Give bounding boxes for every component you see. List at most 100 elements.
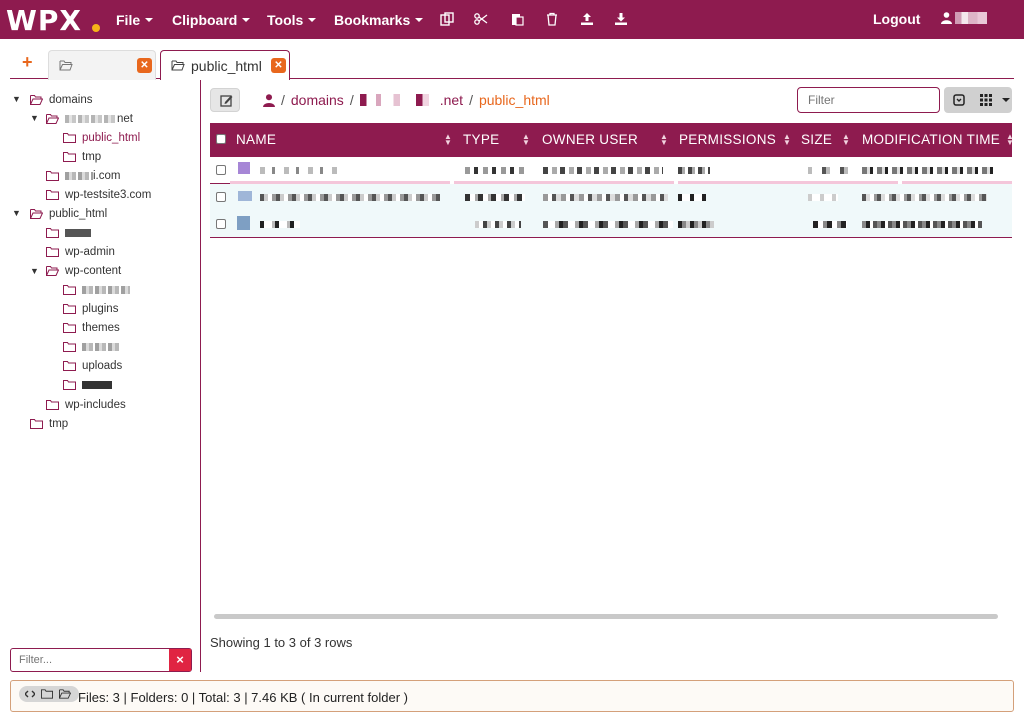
close-icon[interactable]: ✕ [137,58,152,73]
sort-icon[interactable]: ▲ ▼ [444,133,452,147]
redacted-text [82,380,112,389]
redacted-text [465,167,527,174]
tree-filter-input[interactable] [11,649,169,671]
wpx-logo[interactable]: WPX [6,4,82,37]
grid-view-icon[interactable] [980,94,992,106]
tree-item-redacted[interactable] [46,223,91,242]
tab-public-html[interactable]: public_html ✕ [160,50,290,80]
folder-icon[interactable] [41,689,53,699]
tree-item-net-domain[interactable]: net [46,109,133,128]
sort-icon[interactable]: ▲ ▼ [660,133,668,147]
user-icon[interactable] [941,12,952,24]
trash-icon[interactable] [545,12,559,26]
file-search-input[interactable] [797,87,940,113]
row-checkbox[interactable] [216,192,226,202]
tree-item-themes[interactable]: themes [63,318,120,337]
copy-icon[interactable] [440,12,454,26]
row-checkbox[interactable] [216,219,226,229]
folder-icon [63,151,76,162]
sort-icon[interactable]: ▲ ▼ [783,133,791,147]
tree-item-public-html-child[interactable]: public_html [63,128,140,147]
tree-item-uploads[interactable]: uploads [63,356,122,375]
row-divider [230,237,1012,238]
edit-path-button[interactable] [210,88,240,112]
sort-icon[interactable]: ▲ ▼ [842,133,850,147]
tree-item-wp-testsite3[interactable]: wp-testsite3.com [46,185,151,204]
code-icon[interactable] [25,690,35,698]
tree-label: wp-testsite3.com [65,188,152,201]
tree-item-wp-includes[interactable]: wp-includes [46,395,126,414]
select-all-checkbox[interactable] [216,134,226,144]
breadcrumb-separator: / [469,92,473,108]
logout-link[interactable]: Logout [873,11,920,27]
table-row[interactable] [210,211,1012,238]
upload-icon[interactable] [580,12,594,26]
view-toggle-group [944,87,1012,113]
column-header-type[interactable]: TYPE [463,132,499,147]
tree-item-wp-admin[interactable]: wp-admin [46,242,115,261]
download-icon[interactable] [614,12,628,26]
redacted-text [543,167,663,174]
column-header-modified[interactable]: MODIFICATION TIME [862,132,1000,147]
file-icon [237,216,250,230]
table-row[interactable] [210,157,1012,185]
chevron-down-icon[interactable] [1002,98,1010,102]
tree-item-redacted[interactable] [63,375,112,394]
row-checkbox[interactable] [216,165,226,175]
caret-down-icon[interactable]: ▼ [30,113,39,123]
breadcrumb-separator: / [281,92,285,108]
tree-item-tmp[interactable]: tmp [30,414,68,433]
sort-icon[interactable]: ▲ ▼ [1006,133,1014,147]
tree-label: wp-content [65,264,122,277]
user-home-icon[interactable] [263,93,275,107]
tree-item-tmp-child[interactable]: tmp [63,147,101,166]
redacted-text [808,194,838,201]
folder-icon [63,303,76,314]
column-header-size[interactable]: SIZE [801,132,832,147]
tree-label: wp-includes [65,398,126,411]
folder-icon [63,341,76,352]
column-header-owner[interactable]: OWNER USER [542,132,638,147]
folder-open-icon[interactable] [59,689,71,699]
tree-item-wp-content[interactable]: wp-content [46,261,121,280]
tab-redacted[interactable]: ✕ [48,50,156,80]
clear-filter-button[interactable]: × [169,649,191,671]
menu-clipboard[interactable]: Clipboard [172,0,251,39]
table-row[interactable] [210,184,1012,211]
breadcrumb-net-domain[interactable]: .net [440,92,463,108]
tree-label: i.com [93,169,121,182]
tree-item-domains[interactable]: domains [30,90,92,109]
redacted-text [260,221,300,228]
close-icon[interactable]: ✕ [271,58,286,73]
tree-item-redacted[interactable] [63,280,130,299]
scrollbar-thumb[interactable] [214,614,998,619]
menu-tools[interactable]: Tools [267,0,317,39]
column-header-name[interactable]: NAME [236,132,276,147]
tree-item-redacted[interactable] [63,337,120,356]
menu-bookmarks[interactable]: Bookmarks [334,0,424,39]
tree-item-public-html[interactable]: public_html [30,204,107,223]
file-icon [238,191,252,201]
tree-item-plugins[interactable]: plugins [63,299,118,318]
folder-open-icon [30,208,43,219]
tree-label: net [117,112,133,125]
toggle-columns-icon[interactable] [953,94,965,106]
tree-filter: × [10,648,192,672]
paste-icon[interactable] [510,12,524,26]
menu-file[interactable]: File [116,0,154,39]
menu-tools-label: Tools [267,11,304,28]
folder-summary: Files: 3 | Folders: 0 | Total: 3 | 7.46 … [78,690,408,705]
tree-item-com-domain[interactable]: i.com [46,166,120,185]
caret-down-icon[interactable]: ▼ [12,208,21,218]
tree-label: plugins [82,302,119,315]
cut-icon[interactable] [474,12,488,26]
horizontal-scrollbar[interactable] [210,611,1012,621]
status-bar: Files: 3 | Folders: 0 | Total: 3 | 7.46 … [10,680,1014,712]
caret-down-icon[interactable]: ▼ [30,266,39,276]
folder-icon [30,418,43,429]
add-tab-button[interactable]: + [22,53,33,71]
caret-down-icon[interactable]: ▼ [12,94,21,104]
column-header-permissions[interactable]: PERMISSIONS [679,132,776,147]
sort-icon[interactable]: ▲ ▼ [522,133,530,147]
breadcrumb-domains[interactable]: domains [291,92,344,108]
